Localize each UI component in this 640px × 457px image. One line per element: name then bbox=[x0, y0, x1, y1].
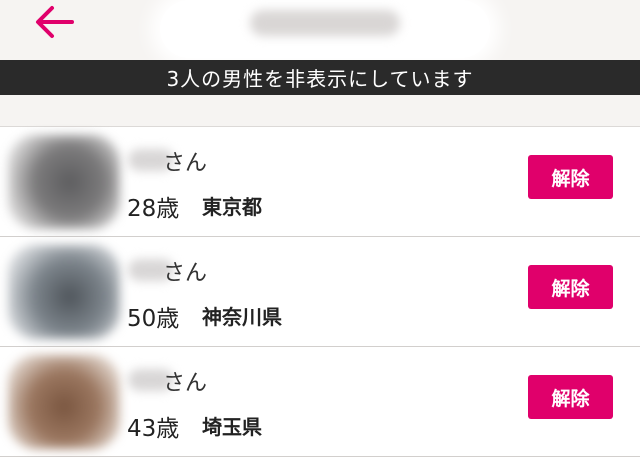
avatar bbox=[8, 245, 120, 339]
name-suffix: さん bbox=[163, 151, 208, 176]
unhide-button[interactable]: 解除 bbox=[528, 375, 613, 419]
user-prefecture: 東京都 bbox=[202, 195, 262, 219]
hidden-count-banner: 3人の男性を非表示にしています bbox=[0, 60, 640, 95]
user-age: 43歳 bbox=[127, 416, 180, 442]
back-button[interactable] bbox=[30, 2, 78, 42]
list-item[interactable]: さん 50歳 神奈川県 解除 bbox=[0, 237, 640, 347]
user-age: 50歳 bbox=[127, 306, 180, 332]
unhide-button[interactable]: 解除 bbox=[528, 265, 613, 309]
user-prefecture: 神奈川県 bbox=[202, 305, 282, 329]
list-item[interactable]: さん 43歳 埼玉県 解除 bbox=[0, 347, 640, 457]
header bbox=[0, 0, 640, 60]
arrow-left-icon bbox=[36, 6, 74, 38]
name-suffix: さん bbox=[163, 261, 208, 286]
user-age: 28歳 bbox=[127, 196, 180, 222]
avatar bbox=[8, 355, 120, 449]
user-prefecture: 埼玉県 bbox=[202, 415, 262, 439]
page-title-blurred bbox=[160, 0, 490, 58]
name-suffix: さん bbox=[163, 371, 208, 396]
unhide-button[interactable]: 解除 bbox=[528, 155, 613, 199]
hidden-user-list: さん 28歳 東京都 解除 さん 50歳 神奈川県 解除 さん 43歳 埼玉県 … bbox=[0, 126, 640, 457]
avatar bbox=[8, 135, 120, 229]
list-item[interactable]: さん 28歳 東京都 解除 bbox=[0, 127, 640, 237]
